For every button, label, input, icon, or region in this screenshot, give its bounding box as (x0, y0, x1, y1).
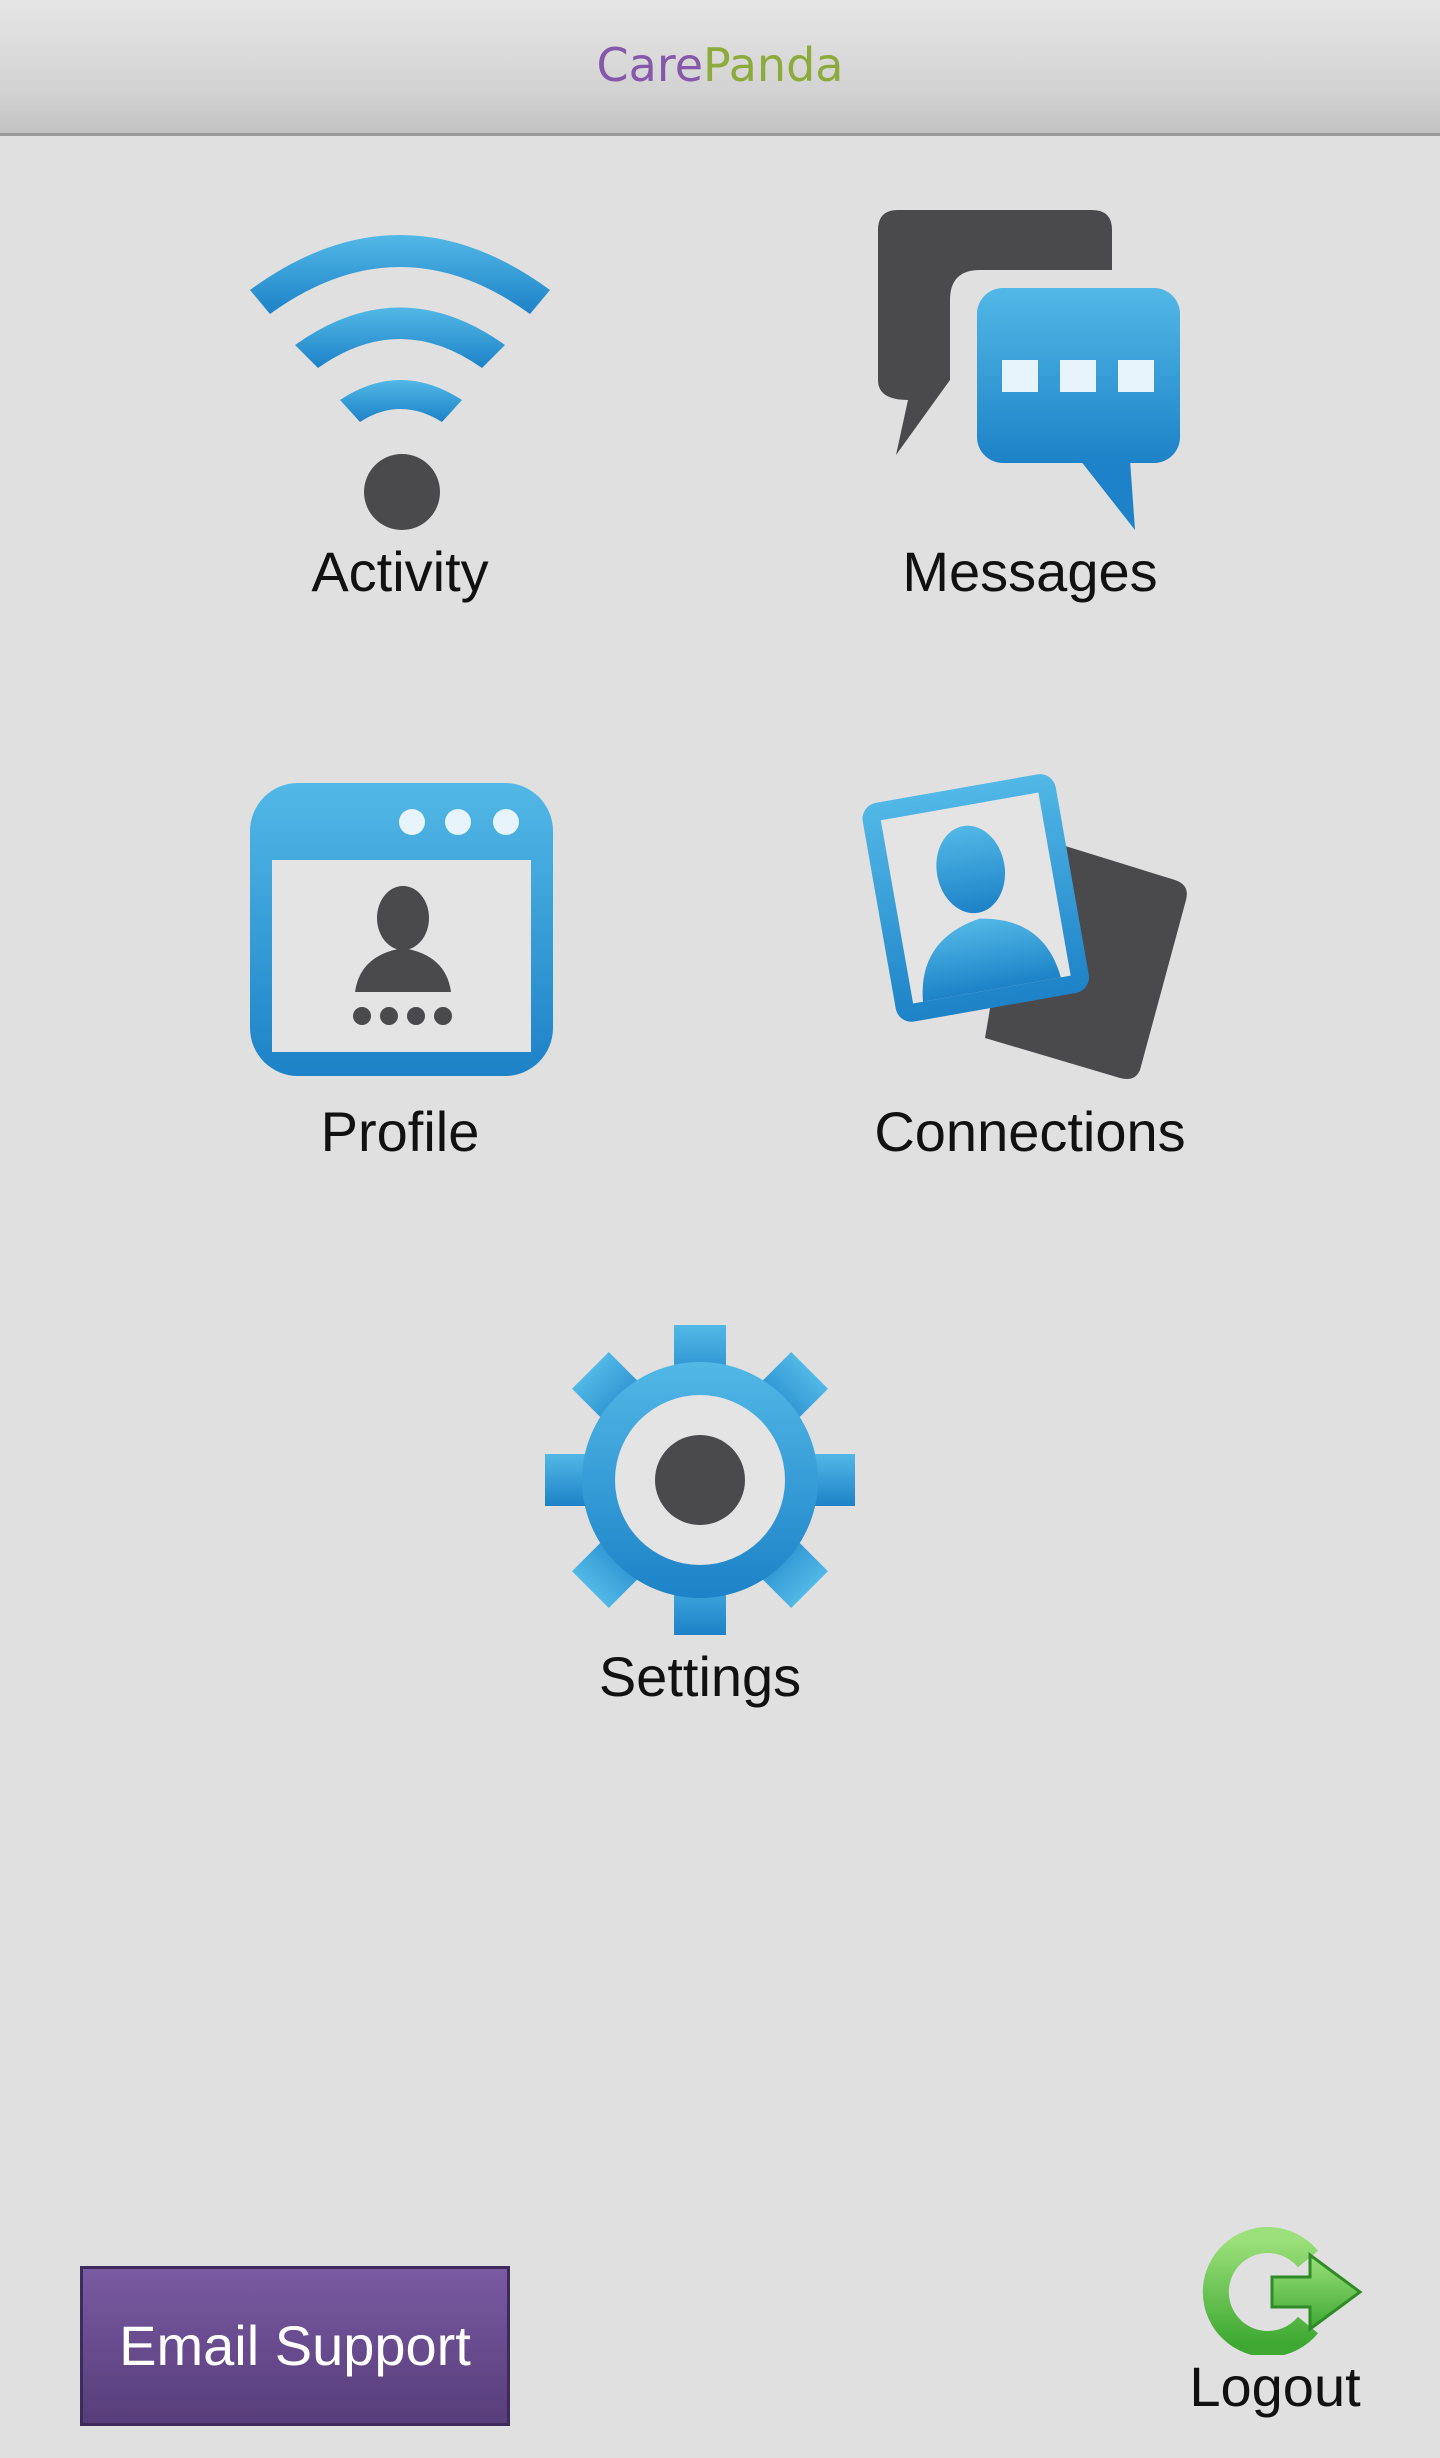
tile-activity[interactable]: Activity (200, 210, 600, 620)
logo-care-text: Care (596, 38, 704, 92)
profile-window-icon (250, 783, 553, 1076)
tile-settings[interactable]: Settings (500, 1320, 900, 1730)
tile-connections-label: Connections (874, 1100, 1186, 1163)
app-header: CarePanda (0, 0, 1440, 136)
tile-settings-label: Settings (598, 1645, 802, 1708)
tile-connections[interactable]: Connections (830, 770, 1230, 1180)
wifi-icon (250, 235, 550, 530)
chat-bubbles-icon (878, 210, 1180, 530)
tile-profile-label: Profile (320, 1100, 480, 1163)
tile-messages-label: Messages (902, 540, 1158, 603)
email-support-button[interactable]: Email Support (80, 2266, 510, 2426)
logout-arrow-icon (1202, 2227, 1363, 2355)
gear-icon (545, 1325, 855, 1635)
tile-messages[interactable]: Messages (830, 210, 1230, 620)
contact-cards-icon (862, 774, 1187, 1079)
logout-button[interactable]: Logout (1160, 2225, 1390, 2445)
tile-activity-label: Activity (311, 540, 489, 603)
app-logo: CarePanda (597, 30, 844, 100)
tile-profile[interactable]: Profile (200, 770, 600, 1180)
logout-label: Logout (1189, 2355, 1361, 2418)
logo-panda-text: Panda (703, 38, 844, 92)
